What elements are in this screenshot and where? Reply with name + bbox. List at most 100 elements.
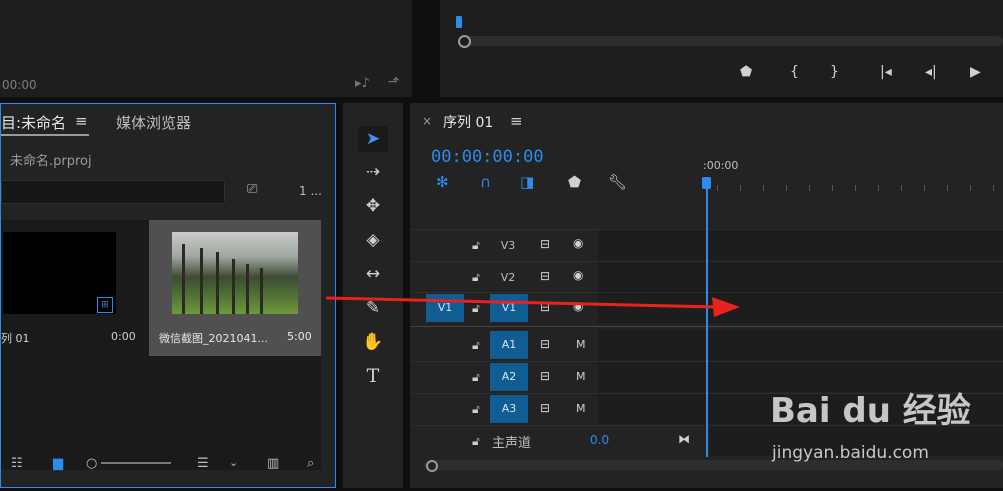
track-header-a1: 🔓︎ A1 ⊟ M S 🎙︎ bbox=[410, 330, 657, 360]
track-header-v3: 🔓︎ V3 ⊟ ◉ bbox=[410, 230, 595, 260]
add-marker-icon[interactable]: ⬟ bbox=[568, 173, 581, 191]
program-playhead[interactable] bbox=[456, 16, 462, 28]
list-view-icon[interactable]: ☷ bbox=[11, 456, 23, 471]
track-name: V2 bbox=[500, 271, 516, 284]
clip-image[interactable]: 微信截图_2021041... 5:00 bbox=[149, 220, 321, 356]
razor-tool-icon[interactable]: ◈ bbox=[358, 227, 388, 253]
lock-icon[interactable]: 🔓︎ bbox=[472, 402, 480, 417]
lock-icon[interactable]: 🔓︎ bbox=[472, 338, 480, 353]
slip-tool-icon[interactable]: ↔ bbox=[358, 261, 388, 287]
tools-panel: ➤ ⇢ ✥ ◈ ↔ ✎ ✋ T bbox=[343, 103, 403, 488]
watermark-brand: Bai du 经验 bbox=[770, 391, 971, 431]
project-panel: 目:未命名 ≡ 媒体浏览器 未命名.prproj ⎚ 1 ... ⊞ 列 01 … bbox=[0, 103, 336, 488]
eye-icon[interactable]: ◉ bbox=[573, 268, 583, 282]
eye-icon[interactable]: ◉ bbox=[573, 236, 583, 250]
lock-icon[interactable]: 🔓︎ bbox=[472, 434, 480, 449]
sync-lock-icon[interactable]: ⊟ bbox=[540, 401, 550, 415]
track-target-a2[interactable]: A2 bbox=[490, 363, 528, 391]
hand-tool-icon[interactable]: ✋ bbox=[358, 329, 388, 355]
selection-tool-icon[interactable]: ➤ bbox=[358, 126, 388, 152]
item-count: 1 ... bbox=[299, 184, 322, 198]
clip-name: 微信截图_2021041... bbox=[159, 332, 268, 345]
project-file-name: 未命名.prproj bbox=[10, 154, 92, 169]
track-header-a2: 🔓︎ A2 ⊟ M S 🎙︎ bbox=[410, 362, 657, 392]
tab-underline bbox=[1, 134, 89, 136]
mute-button[interactable]: M bbox=[576, 402, 586, 415]
lock-icon[interactable]: 🔓︎ bbox=[472, 301, 480, 316]
track-header-v2: 🔓︎ V2 ⊟ ◉ bbox=[410, 262, 595, 292]
sync-lock-icon[interactable]: ⊟ bbox=[540, 300, 550, 314]
sync-lock-icon[interactable]: ⊟ bbox=[540, 269, 550, 283]
watermark-url: jingyan.baidu.com bbox=[772, 443, 929, 463]
track-lane-v3[interactable] bbox=[598, 230, 1003, 260]
chevron-down-icon[interactable]: ⌄ bbox=[229, 456, 238, 469]
tab-project[interactable]: 目:未命名 bbox=[1, 112, 66, 133]
search-icon[interactable]: ⌕ bbox=[307, 456, 314, 471]
mark-in-icon[interactable]: { bbox=[790, 64, 799, 80]
clip-sequence[interactable]: ⊞ 列 01 0:00 bbox=[1, 220, 146, 356]
eye-icon[interactable]: ◉ bbox=[573, 299, 583, 313]
zoom-slider[interactable] bbox=[101, 462, 171, 464]
snap-icon[interactable]: ∩ bbox=[480, 173, 491, 191]
source-monitor: 00:00 ▸♪ ⬏ bbox=[0, 0, 412, 97]
track-header-a3: 🔓︎ A3 ⊟ M S 🎙︎ bbox=[410, 394, 657, 424]
track-lane-a1[interactable] bbox=[598, 330, 1003, 360]
lock-icon[interactable]: 🔓︎ bbox=[472, 370, 480, 385]
time-ruler[interactable] bbox=[707, 183, 1003, 193]
clip-thumbnail bbox=[172, 232, 298, 314]
program-zoom-knob[interactable] bbox=[458, 35, 471, 48]
search-input[interactable] bbox=[1, 180, 225, 204]
mute-button[interactable]: M bbox=[576, 338, 586, 351]
media-grid: ⊞ 列 01 0:00 微信截图_2021041... 5:00 bbox=[1, 220, 321, 470]
linked-selection-icon[interactable]: ◨ bbox=[520, 173, 534, 191]
sync-lock-icon[interactable]: ⊟ bbox=[540, 237, 550, 251]
panel-menu-icon[interactable]: ≡ bbox=[75, 112, 88, 130]
track-select-tool-icon[interactable]: ⇢ bbox=[358, 159, 388, 185]
ripple-edit-tool-icon[interactable]: ✥ bbox=[358, 193, 388, 219]
tab-media-browser[interactable]: 媒体浏览器 bbox=[116, 112, 191, 133]
find-icon[interactable]: ⎚ bbox=[247, 182, 257, 197]
audio-only-icon[interactable]: ▸♪ bbox=[355, 76, 370, 91]
type-tool-icon[interactable]: T bbox=[358, 363, 388, 389]
step-back-icon[interactable]: ◂| bbox=[925, 64, 937, 80]
pen-tool-icon[interactable]: ✎ bbox=[358, 295, 388, 321]
sequence-icon: ⊞ bbox=[97, 297, 113, 313]
clip-name: 列 01 bbox=[1, 332, 30, 345]
track-lane-v1[interactable] bbox=[598, 293, 1003, 323]
playhead-handle[interactable] bbox=[702, 177, 711, 189]
clip-duration: 0:00 bbox=[111, 330, 136, 343]
export-frame-icon[interactable]: ⬏ bbox=[388, 74, 400, 90]
sort-icon[interactable]: ☰ bbox=[197, 456, 209, 471]
settings-wrench-icon[interactable]: 🔧︎ bbox=[608, 173, 627, 191]
track-target-v1[interactable]: V1 bbox=[490, 294, 528, 322]
zoom-slider-knob[interactable]: ○ bbox=[86, 456, 97, 471]
lock-icon[interactable]: 🔓︎ bbox=[472, 238, 480, 253]
sequence-tab[interactable]: 序列 01 bbox=[443, 112, 493, 132]
source-patch-v1[interactable]: V1 bbox=[426, 294, 464, 322]
sync-lock-icon[interactable]: ⊟ bbox=[540, 337, 550, 351]
icon-view-icon[interactable]: ▆ bbox=[53, 456, 63, 471]
track-target-a1[interactable]: A1 bbox=[490, 331, 528, 359]
play-icon[interactable]: ▶ bbox=[970, 64, 981, 80]
ruler-label: :00:00 bbox=[703, 159, 739, 172]
master-volume-value[interactable]: 0.0 bbox=[590, 433, 609, 447]
panel-menu-icon[interactable]: ≡ bbox=[510, 112, 523, 130]
nest-icon[interactable]: ✻ bbox=[436, 173, 449, 191]
timeline-timecode[interactable]: 00:00:00:00 bbox=[431, 147, 544, 167]
track-header-v1: V1 🔓︎ V1 ⊟ ◉ bbox=[410, 293, 595, 323]
mute-button[interactable]: M bbox=[576, 370, 586, 383]
go-to-in-icon[interactable]: |◂ bbox=[880, 64, 892, 80]
close-icon[interactable]: × bbox=[422, 114, 432, 128]
master-meter-icon[interactable]: ⧓ bbox=[678, 432, 690, 446]
playhead-line[interactable] bbox=[706, 181, 708, 457]
automate-icon[interactable]: ▥ bbox=[267, 456, 279, 471]
program-scrub-bar[interactable] bbox=[460, 36, 1003, 46]
track-target-a3[interactable]: A3 bbox=[490, 395, 528, 423]
lock-icon[interactable]: 🔓︎ bbox=[472, 270, 480, 285]
mark-out-icon[interactable]: } bbox=[830, 64, 839, 80]
sync-lock-icon[interactable]: ⊟ bbox=[540, 369, 550, 383]
track-lane-v2[interactable] bbox=[598, 262, 1003, 292]
clip-duration: 5:00 bbox=[287, 330, 312, 343]
add-marker-icon[interactable]: ⬟ bbox=[740, 64, 752, 80]
program-monitor: ⬟ { } |◂ ◂| ▶ bbox=[440, 0, 1003, 97]
